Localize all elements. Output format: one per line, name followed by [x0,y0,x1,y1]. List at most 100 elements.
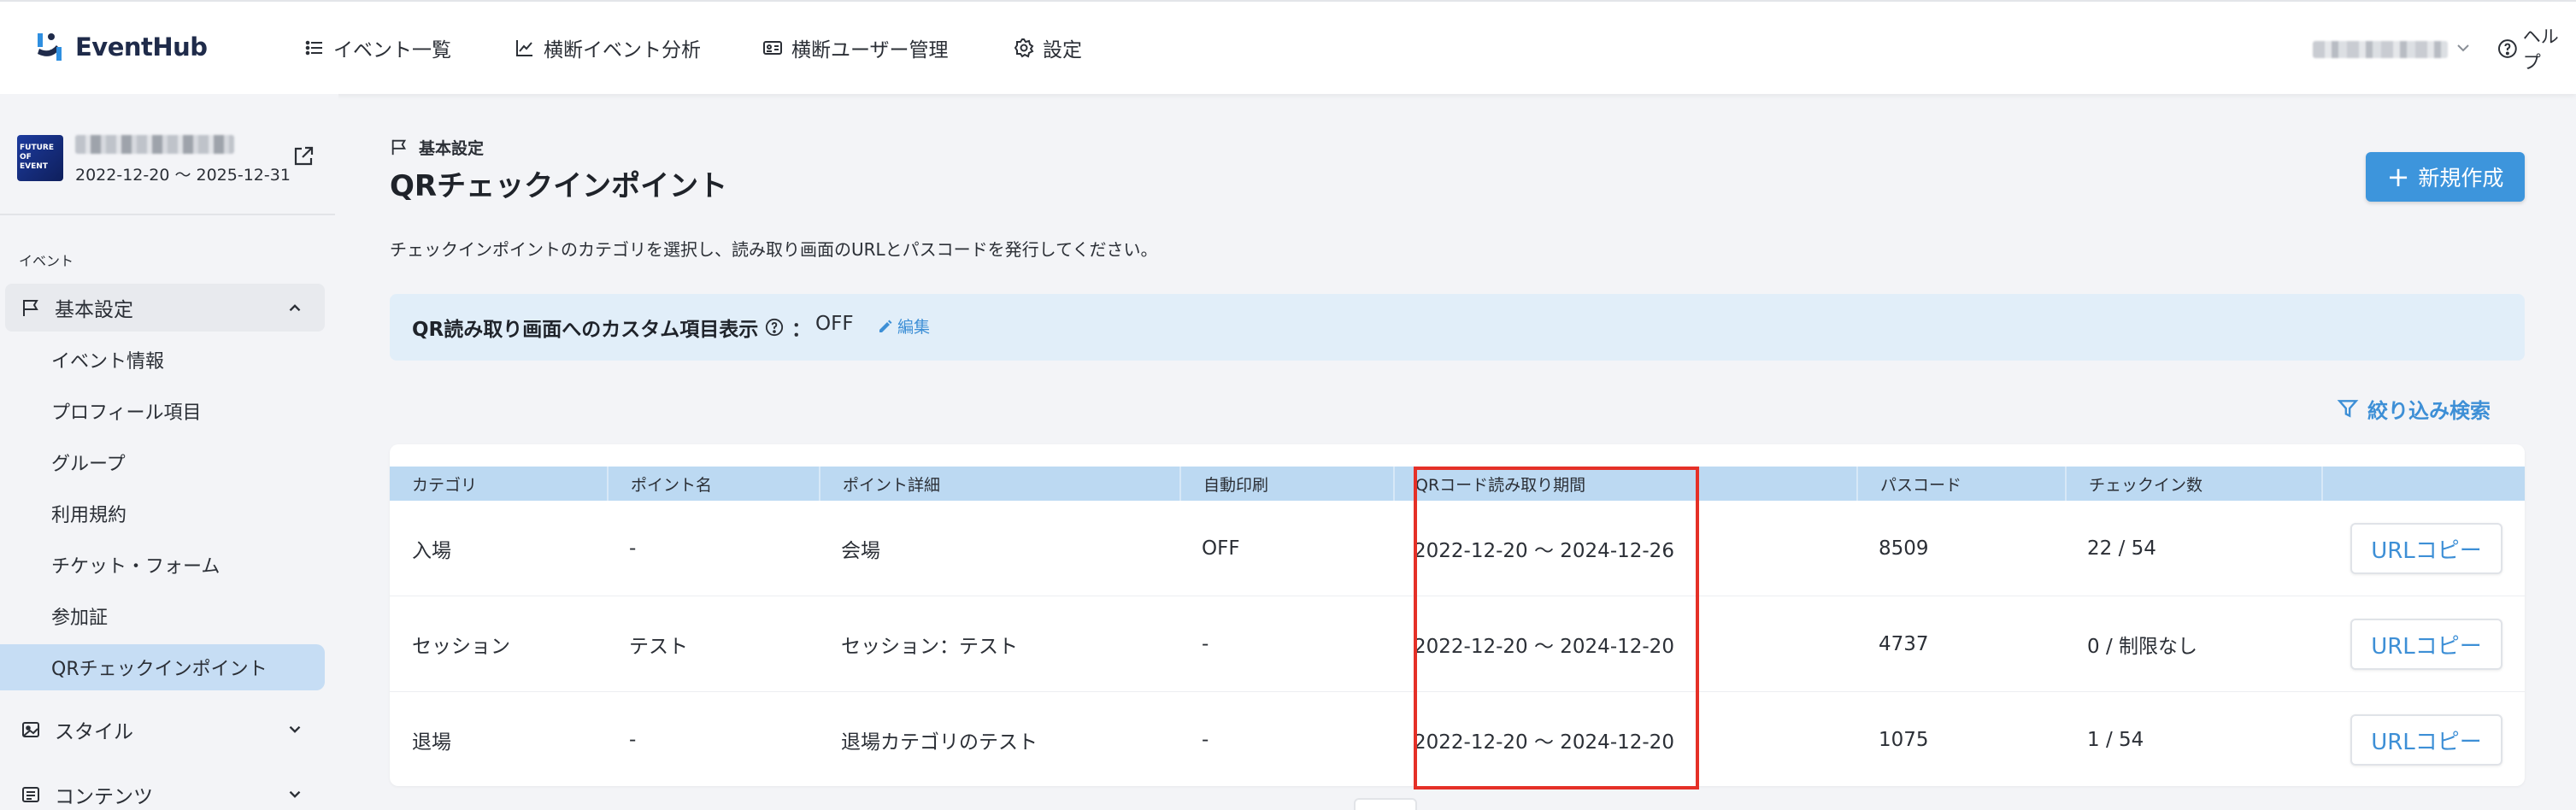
sidebar-divider [0,214,335,215]
url-copy-button[interactable]: URLコピー [2350,619,2502,670]
sidebar-item-tickets-forms[interactable]: チケット・フォーム [0,542,325,588]
nav-label: 設定 [1043,39,1082,62]
table-row: セッション テスト セッション：テスト - 2022-12-20 〜 2024-… [390,596,2525,692]
sidebar-item-terms[interactable]: 利用規約 [0,490,325,537]
breadcrumb-label: 基本設定 [419,138,485,158]
chevron-down-icon[interactable] [2455,39,2472,56]
eventhub-logo-icon [38,33,62,61]
help-link[interactable]: ヘルプ [2497,26,2576,73]
sidebar-item-qr-checkin-points[interactable]: QRチェックインポイント [0,644,325,690]
sidebar-item-label: イベント情報 [51,351,165,373]
sidebar-item-groups[interactable]: グループ [0,439,325,485]
edit-label: 編集 [897,318,931,337]
sidebar-group-basic-settings[interactable]: 基本設定 [5,284,325,332]
gear-icon [1014,38,1034,58]
table-row: 入場 - 会場 OFF 2022-12-20 〜 2024-12-26 8509… [390,501,2525,596]
question-circle-icon [2497,39,2517,58]
custom-display-edit-link[interactable]: 編集 [877,314,930,338]
filter-label: 絞り込み検索 [2367,398,2491,423]
url-copy-button[interactable]: URLコピー [2350,714,2502,766]
sidebar-group-contents[interactable]: コンテンツ [5,771,325,810]
table-header: カテゴリ ポイント名 ポイント詳細 自動印刷 QRコード読み取り期間 パスコード… [390,467,2525,501]
sidebar-item-label: 参加証 [51,608,109,629]
cell-point-name: - [629,729,637,751]
pencil-icon [879,320,892,332]
cell-point-name: テスト [629,636,688,658]
cell-auto-print: - [1202,729,1209,751]
top-navigation-bar: EventHub イベント一覧 横断イベント分析 横断ユーザー管理 設定 ヘルプ [0,0,2576,94]
cell-point-detail: 退場カテゴリのテスト [841,731,1038,754]
custom-display-label: QR読み取り画面へのカスタム項目表示 [412,319,759,341]
nav-label: 横断イベント分析 [544,39,701,62]
custom-display-label-wrap: QR読み取り画面へのカスタム項目表示 [412,313,784,342]
user-name-blurred[interactable] [2313,41,2448,58]
nav-settings[interactable]: 設定 [1014,32,1082,63]
sidebar-item-badge[interactable]: 参加証 [0,593,325,639]
sidebar-item-event-info[interactable]: イベント情報 [0,337,325,383]
cell-qr-period: 2022-12-20 〜 2024-12-20 [1414,636,1674,658]
flag-icon [23,300,38,316]
cell-point-detail: 会場 [841,540,880,562]
sidebar-group-label: スタイル [55,721,133,743]
cell-passcode: 8509 [1879,537,1929,560]
flag-icon [391,139,407,156]
sidebar-section-caption: イベント [19,253,74,269]
create-new-label: 新規作成 [2418,166,2504,191]
sidebar-item-label: プロフィール項目 [51,402,202,424]
column-header-qr-period: QRコード読み取り期間 [1393,467,1856,501]
table-row: 退場 - 退場カテゴリのテスト - 2022-12-20 〜 2024-12-2… [390,692,2525,786]
sidebar-item-label: QRチェックインポイント [51,659,268,680]
checkin-points-table: カテゴリ ポイント名 ポイント詳細 自動印刷 QRコード読み取り期間 パスコード… [390,444,2525,786]
nav-event-list[interactable]: イベント一覧 [304,32,451,63]
nav-label: イベント一覧 [333,39,451,62]
sidebar-group-label: コンテンツ [55,786,153,808]
column-header-passcode: パスコード [1856,467,2065,501]
question-circle-icon[interactable] [765,318,784,337]
sidebar-group-style[interactable]: スタイル [5,706,325,754]
sidebar-item-label: チケット・フォーム [51,556,221,578]
sidebar-item-label: 利用規約 [51,505,127,526]
event-dates: 2022-12-20 〜 2025-12-31 [75,166,291,185]
cell-passcode: 1075 [1879,729,1929,751]
chevron-down-icon [289,790,301,798]
column-header-category: カテゴリ [412,475,478,495]
nav-cross-user-management[interactable]: 横断ユーザー管理 [762,32,949,63]
custom-display-setting-box: QR読み取り画面へのカスタム項目表示 ： OFF 編集 [390,294,2525,361]
url-copy-button[interactable]: URLコピー [2350,523,2502,574]
cell-point-name: - [629,537,637,560]
column-header-actions [2321,467,2525,501]
list-icon [305,40,322,56]
column-header-checkin-count: チェックイン数 [2065,467,2321,501]
plus-icon: + [2386,161,2410,193]
event-thumbnail: FUTURE OF EVENT [17,135,63,181]
cell-category: 入場 [412,540,451,562]
sidebar: FUTURE OF EVENT 2022-12-20 〜 2025-12-31 … [0,94,338,810]
external-link-icon[interactable] [291,144,316,169]
custom-display-value: OFF [815,313,854,335]
cell-auto-print: OFF [1202,537,1240,560]
image-icon [22,722,39,737]
cell-checkin-count: 0 / 制限なし [2087,636,2198,658]
chevron-down-icon [289,725,301,733]
create-new-button[interactable]: + 新規作成 [2366,152,2525,202]
chevron-up-icon [289,304,301,312]
column-header-point-detail: ポイント詳細 [819,467,1179,501]
nav-cross-event-analytics[interactable]: 横断イベント分析 [515,32,701,63]
cell-checkin-count: 22 / 54 [2087,537,2156,560]
app-logo[interactable]: EventHub [31,26,208,68]
cell-category: 退場 [412,731,451,754]
pagination-tab[interactable] [1354,798,1417,810]
filter-search-button[interactable]: 絞り込み検索 [2337,395,2491,423]
filter-icon [2337,400,2359,418]
sidebar-group-label: 基本設定 [55,299,133,321]
nav-label: 横断ユーザー管理 [791,39,949,62]
chart-line-icon [516,40,532,56]
list-icon [22,787,39,802]
help-label: ヘルプ [2522,26,2559,73]
sidebar-item-label: グループ [51,454,126,475]
column-header-auto-print: 自動印刷 [1179,467,1393,501]
column-header-point-name: ポイント名 [607,467,819,501]
custom-display-colon: ： [791,319,811,341]
sidebar-item-profile-fields[interactable]: プロフィール項目 [0,388,325,434]
event-name-blurred [75,135,234,154]
